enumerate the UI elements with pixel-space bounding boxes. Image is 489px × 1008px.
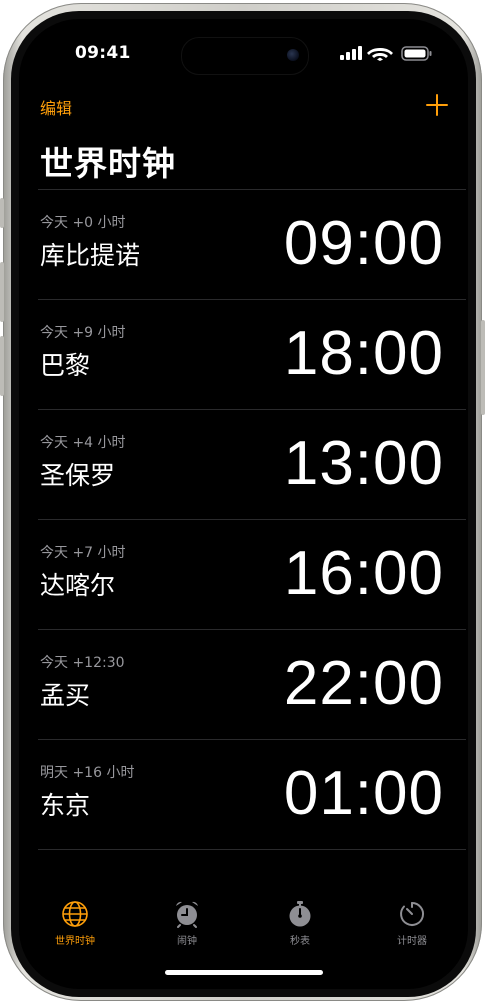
city-name: 达喀尔 (40, 571, 116, 600)
clock-row-tokyo[interactable]: 明天 +16 小时 东京 01:00 (38, 739, 466, 850)
time-offset: 今天 +4 小时 (40, 435, 126, 451)
stopwatch-icon (289, 901, 311, 927)
home-indicator[interactable] (165, 970, 323, 975)
tab-label: 秒表 (290, 936, 310, 947)
edit-button[interactable]: 编辑 (40, 95, 72, 119)
tab-label: 闹钟 (177, 936, 197, 947)
clock-row-cupertino[interactable]: 今天 +0 小时 库比提诺 09:00 (38, 189, 466, 299)
local-time: 16:00 (283, 539, 444, 608)
wifi-icon (367, 48, 393, 61)
tab-label: 世界时钟 (55, 936, 95, 947)
page-title: 世界时钟 (40, 144, 176, 183)
status-icons (334, 45, 434, 61)
clock-row-paris[interactable]: 今天 +9 小时 巴黎 18:00 (38, 299, 466, 409)
nav-bar: 编辑 (19, 89, 468, 129)
city-name: 库比提诺 (40, 241, 141, 270)
action-button (0, 198, 4, 228)
tab-label: 计时器 (397, 936, 427, 947)
tab-world-clock[interactable]: 世界时钟 (30, 899, 120, 947)
city-name: 巴黎 (40, 351, 91, 380)
front-camera (287, 49, 299, 61)
timer-icon (400, 901, 425, 926)
local-time: 18:00 (283, 319, 444, 388)
world-clock-list: 今天 +0 小时 库比提诺 09:00 今天 +9 小时 巴黎 18:00 今天… (38, 189, 466, 850)
globe-icon (62, 901, 88, 927)
time-offset: 明天 +16 小时 (40, 765, 135, 781)
tab-timer[interactable]: 计时器 (367, 899, 457, 947)
local-time: 01:00 (283, 759, 444, 828)
volume-up-button (0, 262, 4, 322)
cellular-signal-icon (340, 46, 362, 60)
local-time: 13:00 (283, 429, 444, 498)
battery-icon (401, 46, 432, 61)
clock-row-dakar[interactable]: 今天 +7 小时 达喀尔 16:00 (38, 519, 466, 629)
clock-row-mumbai[interactable]: 今天 +12:30 孟买 22:00 (38, 629, 466, 739)
plus-icon[interactable] (426, 94, 448, 116)
alarm-clock-icon (176, 901, 198, 928)
local-time: 09:00 (283, 209, 444, 278)
screen: 09:41 编辑 世界时钟 今天 +0 小时 库比提诺 09:00 今天 +9 … (19, 19, 468, 989)
clock-row-sao-paulo[interactable]: 今天 +4 小时 圣保罗 13:00 (38, 409, 466, 519)
tab-alarm[interactable]: 闹钟 (142, 899, 232, 947)
status-time: 09:41 (75, 43, 131, 63)
time-offset: 今天 +9 小时 (40, 325, 126, 341)
volume-down-button (0, 336, 4, 396)
time-offset: 今天 +7 小时 (40, 545, 126, 561)
city-name: 孟买 (40, 681, 91, 710)
city-name: 圣保罗 (40, 461, 116, 490)
local-time: 22:00 (283, 649, 444, 718)
tab-bar: 世界时钟 闹钟 秒表 计时器 (19, 899, 468, 959)
side-button (481, 320, 485, 415)
tab-stopwatch[interactable]: 秒表 (255, 899, 345, 947)
status-bar: 09:41 (19, 19, 468, 83)
city-name: 东京 (40, 791, 91, 820)
time-offset: 今天 +0 小时 (40, 215, 126, 231)
time-offset: 今天 +12:30 (40, 655, 125, 671)
